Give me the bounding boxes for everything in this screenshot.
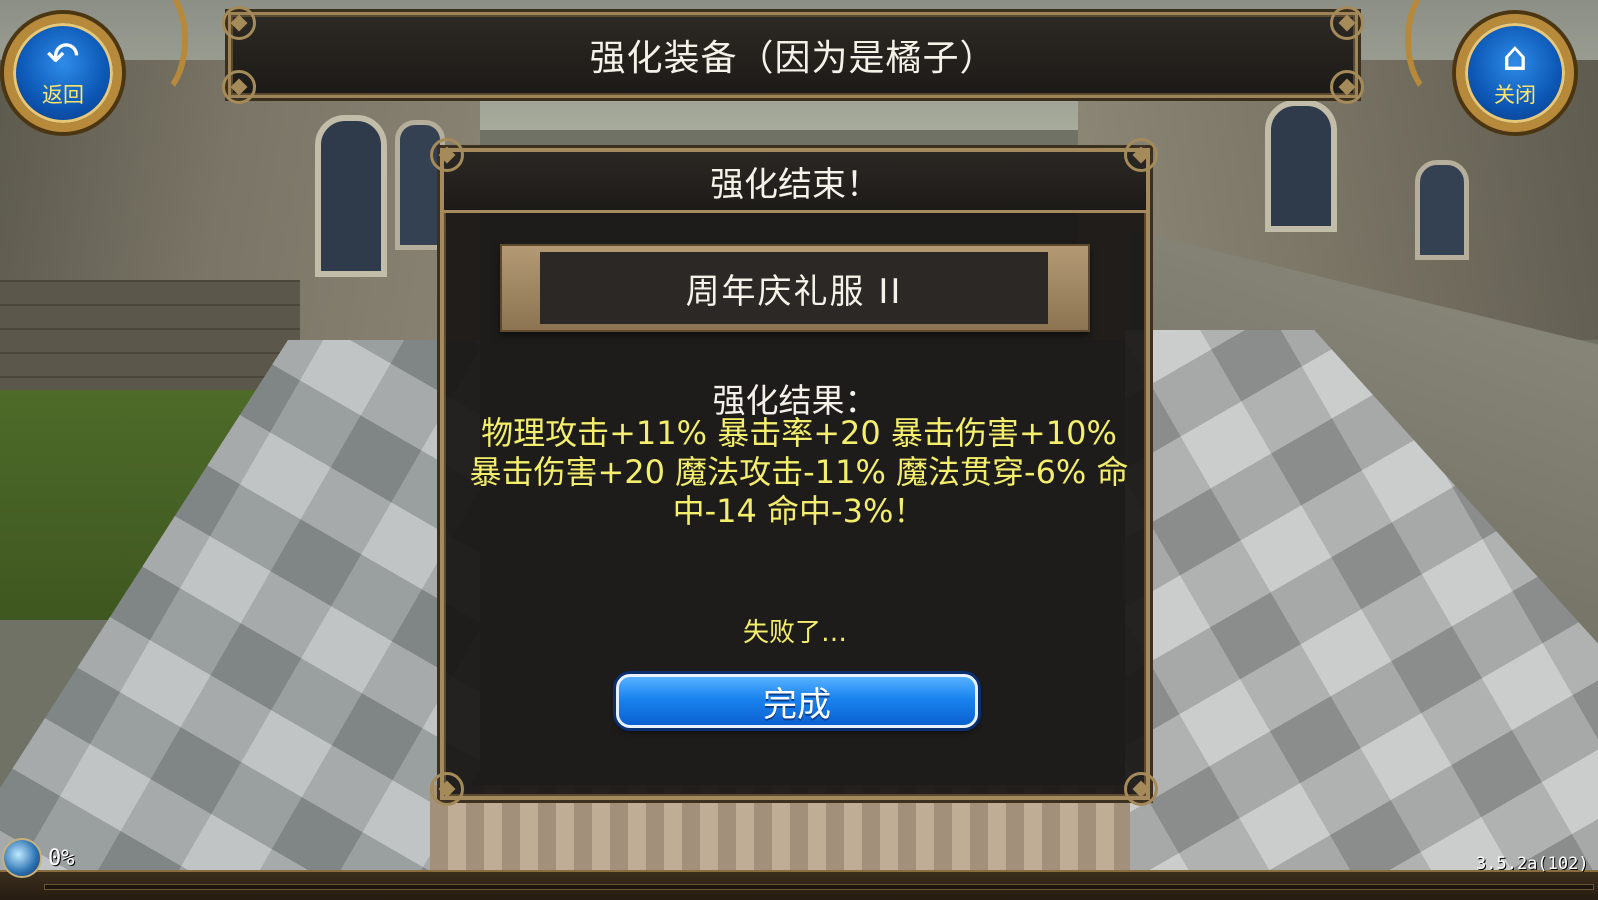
corner-ornament-icon <box>222 70 256 104</box>
corner-ornament-icon <box>1330 6 1364 40</box>
version-label: 3.5.2a(102) <box>1476 854 1589 874</box>
corner-ornament-icon <box>222 6 256 40</box>
corner-ornament-icon <box>430 772 464 806</box>
left-building-base <box>0 280 300 400</box>
back-button-label: 返回 <box>42 83 84 107</box>
exp-orb-icon <box>2 838 42 878</box>
right-window <box>1265 100 1337 232</box>
corner-ornament-icon <box>430 138 464 172</box>
done-button[interactable]: 完成 <box>616 674 978 728</box>
close-button[interactable]: ⌂ 关闭 <box>1456 14 1574 132</box>
exp-progress-bar <box>44 884 1594 890</box>
corner-ornament-icon <box>1124 138 1158 172</box>
title-bar: 强化装备（因为是橘子） <box>228 12 1358 98</box>
status-text: 失败了… <box>742 618 847 648</box>
page-title: 强化装备（因为是橘子） <box>589 38 997 79</box>
return-arrow-icon: ↶ <box>46 34 80 80</box>
enhance-result-dialog: 强化结束！ 周年庆礼服 II 强化结果： 物理攻击+11% 暴击率+20 暴击伤… <box>440 148 1150 800</box>
home-icon: ⌂ <box>1502 34 1528 80</box>
dialog-header: 强化结束！ <box>444 152 1146 213</box>
dialog-title: 强化结束！ <box>710 164 880 205</box>
back-button[interactable]: ↶ 返回 <box>4 14 122 132</box>
item-name-panel: 周年庆礼服 II <box>540 252 1048 324</box>
left-window <box>315 115 387 277</box>
exp-percent: 0% <box>48 846 75 871</box>
right-window <box>1415 160 1469 260</box>
item-name-frame: 周年庆礼服 II <box>500 244 1090 332</box>
corner-ornament-icon <box>1124 772 1158 806</box>
item-name: 周年庆礼服 II <box>685 271 903 312</box>
result-stats-text: 物理攻击+11% 暴击率+20 暴击伤害+10% 暴击伤害+20 魔法攻击-11… <box>469 414 1129 530</box>
corner-ornament-icon <box>1330 70 1364 104</box>
done-button-label: 完成 <box>763 684 831 725</box>
close-button-label: 关闭 <box>1494 83 1536 107</box>
